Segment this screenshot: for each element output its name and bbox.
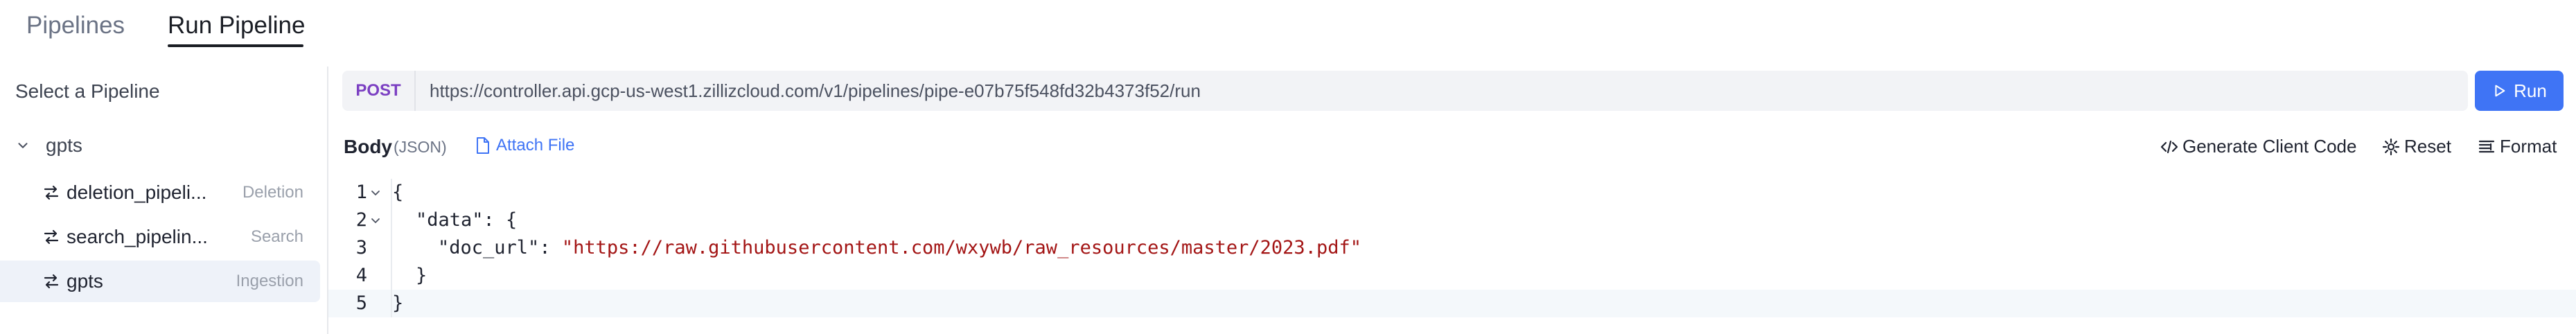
active-tab-indicator bbox=[168, 44, 303, 47]
code-line: 4 } bbox=[328, 262, 2576, 290]
code-text: "data": { bbox=[416, 206, 517, 234]
pipeline-item-search[interactable]: search_pipelin... Search bbox=[0, 216, 320, 258]
pipeline-type: Deletion bbox=[242, 183, 303, 202]
gutter-separator bbox=[391, 234, 392, 262]
code-line: 2 "data": { bbox=[328, 206, 2576, 234]
reset-button[interactable]: Reset bbox=[2382, 136, 2451, 157]
tab-pipelines[interactable]: Pipelines bbox=[26, 10, 125, 42]
json-punct: : bbox=[539, 237, 562, 258]
line-number: 5 bbox=[355, 292, 367, 314]
code-text: } bbox=[416, 265, 427, 286]
format-icon bbox=[2478, 140, 2495, 152]
request-url-bar: POST https://controller.api.gcp-us-west1… bbox=[342, 71, 2468, 111]
json-key: "data" bbox=[416, 209, 484, 231]
body-title: Body bbox=[344, 136, 392, 157]
body-format-label: (JSON) bbox=[394, 138, 447, 156]
run-button[interactable]: Run bbox=[2475, 71, 2564, 111]
request-url: https://controller.api.gcp-us-west1.zill… bbox=[430, 80, 1201, 101]
run-label: Run bbox=[2514, 80, 2547, 101]
line-number: 3 bbox=[355, 237, 367, 258]
pipeline-icon bbox=[44, 185, 59, 200]
pipeline-name: gpts bbox=[67, 270, 103, 292]
pipeline-type: Ingestion bbox=[236, 272, 303, 290]
line-number: 4 bbox=[355, 265, 367, 286]
sidebar-title: Select a Pipeline bbox=[15, 80, 160, 102]
code-line-current: 5 } bbox=[328, 290, 2576, 317]
pipeline-item-deletion[interactable]: deletion_pipeli... Deletion bbox=[0, 172, 320, 213]
http-method-badge: POST bbox=[342, 71, 416, 111]
gutter-separator bbox=[391, 206, 392, 234]
json-punct: : { bbox=[483, 209, 518, 231]
line-number: 1 bbox=[355, 182, 367, 203]
format-label: Format bbox=[2500, 136, 2557, 157]
gear-icon bbox=[2382, 138, 2400, 155]
pipeline-group-gpts[interactable]: gpts bbox=[15, 132, 82, 159]
top-tabs: Pipelines Run Pipeline bbox=[0, 0, 2576, 50]
fold-chevron-icon[interactable] bbox=[370, 215, 381, 226]
code-line: 3 "doc_url": "https://raw.githubusercont… bbox=[328, 234, 2576, 262]
generate-client-code-button[interactable]: Generate Client Code bbox=[2160, 136, 2356, 157]
attach-file-button[interactable]: Attach File bbox=[475, 136, 574, 155]
code-line: 1 { bbox=[328, 179, 2576, 206]
group-label: gpts bbox=[46, 134, 82, 156]
format-button[interactable]: Format bbox=[2478, 136, 2557, 157]
pipeline-name: deletion_pipeli... bbox=[67, 182, 207, 203]
file-icon bbox=[477, 137, 489, 154]
code-icon bbox=[2160, 140, 2178, 153]
json-key: "doc_url" bbox=[438, 237, 540, 258]
pipeline-item-gpts[interactable]: gpts Ingestion bbox=[0, 261, 320, 302]
chevron-down-icon[interactable] bbox=[15, 138, 30, 153]
attach-file-label: Attach File bbox=[496, 136, 575, 155]
pipeline-type: Search bbox=[250, 227, 303, 246]
line-number: 2 bbox=[355, 209, 367, 231]
code-text: { bbox=[392, 182, 404, 203]
pipeline-name: search_pipelin... bbox=[67, 226, 208, 247]
tab-run-pipeline[interactable]: Run Pipeline bbox=[168, 10, 305, 42]
json-string-value: "https://raw.githubusercontent.com/wxywb… bbox=[561, 237, 1361, 258]
pipeline-sidebar: Select a Pipeline gpts deletion_pipeli..… bbox=[0, 69, 324, 334]
pipeline-icon bbox=[44, 274, 59, 289]
gutter-separator bbox=[391, 262, 392, 290]
play-icon bbox=[2495, 85, 2505, 97]
pipeline-icon bbox=[44, 229, 59, 245]
fold-chevron-icon[interactable] bbox=[370, 187, 381, 198]
code-text: } bbox=[392, 292, 404, 314]
generate-label: Generate Client Code bbox=[2182, 136, 2357, 157]
json-body-editor[interactable]: 1 { 2 "data": { 3 "doc_url": "https://ra… bbox=[328, 179, 2576, 324]
code-text: "doc_url": "https://raw.githubuserconten… bbox=[438, 234, 1361, 262]
reset-label: Reset bbox=[2404, 136, 2451, 157]
